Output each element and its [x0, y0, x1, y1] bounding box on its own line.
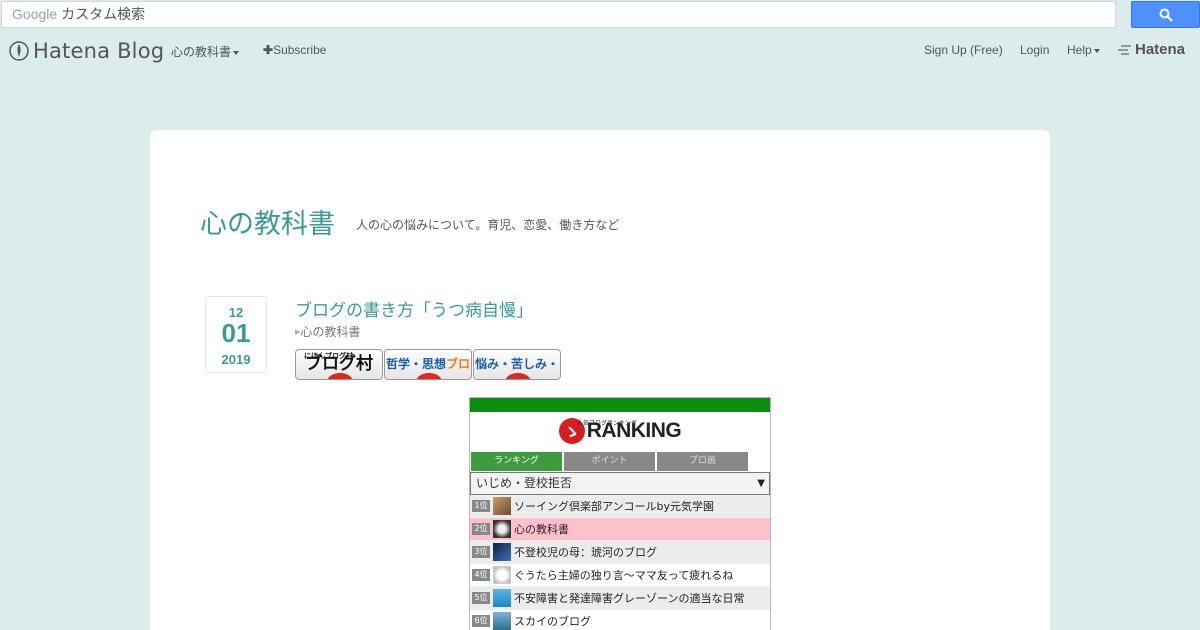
search-brand: Google: [12, 6, 58, 22]
blog-menu-label: 心の教科書: [171, 45, 232, 59]
ranking-row[interactable]: 6位 スカイのブログ: [470, 610, 770, 630]
subscribe-button[interactable]: ✚Subscribe: [263, 43, 326, 57]
blog-name: 心の教科書: [514, 523, 569, 536]
rank-badge: 2位: [472, 523, 490, 535]
entry-category[interactable]: ▶心の教科書: [295, 323, 360, 340]
blog-name: 不安障害と発達障害グレーゾーンの適当な日常: [514, 592, 745, 605]
blog-thumbnail: [493, 566, 511, 584]
ranking-widget: 人気ブログランキング ゝ RANKING ランキング ポイント プロ画 いじめ・…: [469, 397, 771, 630]
blog-description: 人の心の悩みについて。育児、恋愛、働き方など: [356, 218, 620, 232]
tab-points[interactable]: ポイント: [564, 452, 655, 471]
category-select[interactable]: いじめ・登校拒否 ▼: [470, 472, 770, 495]
tab-ranking[interactable]: ランキング: [471, 452, 562, 471]
banner-dot: [416, 373, 442, 379]
category-label: 心の教科書: [300, 325, 361, 339]
blog-menu[interactable]: 心の教科書: [171, 43, 240, 60]
search-placeholder: カスタム検索: [61, 7, 146, 23]
ranking-banners: にほんブログ村 ブログ村 哲学・思想ブログ 悩み・苦しみ・迷い: [295, 349, 561, 380]
search-icon: [1159, 8, 1173, 22]
entry-date[interactable]: 12 01 2019: [205, 296, 267, 373]
ranking-row[interactable]: 1位 ソーイング倶楽部アンコールby元気学園: [470, 495, 770, 518]
signup-link[interactable]: Sign Up (Free): [924, 43, 1003, 57]
philosophy-banner[interactable]: 哲学・思想ブログ: [384, 349, 472, 380]
rank-badge: 4位: [472, 569, 490, 581]
plus-icon: ✚: [263, 43, 274, 57]
login-link[interactable]: Login: [1020, 43, 1049, 57]
chevron-down-icon: [1093, 48, 1100, 53]
banner-main-text: 哲学・思想: [385, 357, 446, 371]
blog-thumbnail: [493, 589, 511, 607]
date-year: 2019: [221, 352, 251, 367]
main-content: 心の教科書 人の心の悩みについて。育児、恋愛、働き方など 12 01 2019 …: [150, 130, 1050, 630]
blogmura-banner[interactable]: にほんブログ村 ブログ村: [295, 349, 383, 380]
search-bar: Google カスタム検索: [0, 0, 1200, 30]
blog-thumbnail: [493, 543, 511, 561]
category-select-value: いじめ・登校拒否: [476, 476, 573, 490]
subscribe-label: Subscribe: [273, 43, 327, 57]
search-input[interactable]: Google カスタム検索: [1, 1, 1116, 28]
hatena-blog-icon: [9, 41, 29, 61]
chevron-down-icon: [233, 50, 240, 55]
blog-title[interactable]: 心の教科書: [200, 202, 335, 241]
hatena-brand-label: Hatena: [1135, 41, 1186, 58]
banner-dot: [327, 373, 353, 379]
blog-thumbnail: [493, 612, 511, 630]
ranking-row[interactable]: 3位 不登校児の母：琥河のブログ: [470, 541, 770, 564]
banner-dot: [505, 373, 531, 379]
entry-title[interactable]: ブログの書き方「うつ病自慢」: [295, 296, 533, 321]
ranking-tabs: ランキング ポイント プロ画: [470, 452, 770, 471]
ranking-row[interactable]: 5位 不安障害と発達障害グレーゾーンの適当な日常: [470, 587, 770, 610]
global-header: Hatena Blog 心の教科書 ✚Subscribe Sign Up (Fr…: [0, 33, 1200, 69]
ranking-logo-sub: 人気ブログランキング: [577, 420, 637, 427]
rank-badge: 6位: [472, 615, 490, 627]
search-button[interactable]: [1131, 1, 1200, 28]
ranking-list: 1位 ソーイング倶楽部アンコールby元気学園 2位 心の教科書 3位 不登校児の…: [470, 495, 770, 630]
blog-name: ソーイング倶楽部アンコールby元気学園: [514, 500, 715, 513]
date-day: 01: [221, 318, 251, 348]
ranking-logo[interactable]: 人気ブログランキング ゝ RANKING: [470, 412, 770, 449]
chevron-down-icon: ▼: [757, 478, 765, 489]
help-menu[interactable]: Help: [1067, 43, 1100, 57]
logo-text: Hatena Blog: [33, 39, 165, 63]
ranking-topbar: [470, 398, 770, 412]
hatena-link[interactable]: Hatena: [1117, 41, 1185, 58]
banner-small-text: にほんブログ村: [304, 352, 353, 360]
ranking-row[interactable]: 2位 心の教科書: [470, 518, 770, 541]
blog-thumbnail: [493, 520, 511, 538]
blog-name: ぐうたら主婦の独り言〜ママ友って疲れるね: [514, 569, 734, 582]
hatena-icon: [1118, 44, 1131, 55]
blog-name: 不登校児の母：琥河のブログ: [514, 546, 657, 559]
rank-badge: 3位: [472, 546, 490, 558]
rank-badge: 5位: [472, 592, 490, 604]
blog-name: スカイのブログ: [514, 615, 591, 628]
worries-banner[interactable]: 悩み・苦しみ・迷い: [473, 349, 561, 380]
blog-thumbnail: [493, 497, 511, 515]
ranking-row[interactable]: 4位 ぐうたら主婦の独り言〜ママ友って疲れるね: [470, 564, 770, 587]
hatena-blog-logo[interactable]: Hatena Blog: [9, 39, 164, 63]
tab-profile[interactable]: プロ画: [657, 452, 748, 471]
help-label: Help: [1067, 43, 1092, 57]
rank-badge: 1位: [472, 500, 490, 512]
